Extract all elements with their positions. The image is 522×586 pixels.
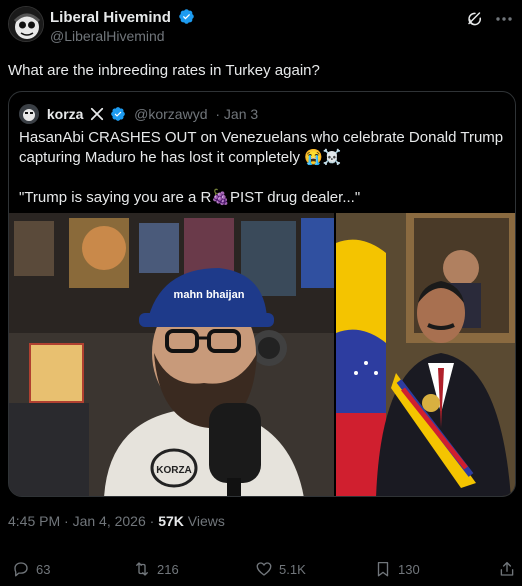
quoted-text-line-2: "Trump is saying you are a R🍇PIST drug d… xyxy=(19,189,361,206)
quoted-media: mahn bhaijan KORZA xyxy=(9,213,515,496)
bookmark-button[interactable]: 130 xyxy=(374,558,420,580)
media-image-portrait[interactable] xyxy=(336,213,515,496)
bookmark-icon xyxy=(377,561,389,577)
action-bar: 63 216 5.1K 130 xyxy=(0,558,522,582)
views-label: Views xyxy=(183,513,225,529)
cap-text: mahn bhaijan xyxy=(174,289,245,301)
post-timestamp: 4:45 PM · Jan 4, 2026 · 57K Views xyxy=(8,513,225,529)
reply-icon xyxy=(14,562,28,577)
media-image-streamer[interactable]: mahn bhaijan KORZA xyxy=(9,213,334,496)
more-options-icon[interactable] xyxy=(494,10,514,28)
post-text: What are the inbreeding rates in Turkey … xyxy=(8,62,320,79)
quoted-author-avatar[interactable] xyxy=(19,104,39,124)
avatar-image xyxy=(9,7,43,41)
share-icon xyxy=(500,561,514,576)
quoted-display-name[interactable]: korza xyxy=(47,106,84,122)
quoted-verified-badge-icon xyxy=(111,107,126,121)
quoted-text-line-1: HasanAbi CRASHES OUT on Venezuelans who … xyxy=(19,129,504,166)
author-display-name[interactable]: Liberal Hivemind xyxy=(50,8,195,26)
reply-button[interactable]: 63 xyxy=(12,558,50,580)
bookmark-count: 130 xyxy=(398,561,420,577)
post-time[interactable]: 4:45 PM · Jan 4, 2026 · xyxy=(8,513,158,529)
quoted-post[interactable]: korza @korzawyd · Jan 3 HasanAbi CRASHES… xyxy=(8,91,516,497)
repost-button[interactable]: 216 xyxy=(133,558,179,580)
quoted-date[interactable]: · Jan 3 xyxy=(215,106,258,122)
reply-count: 63 xyxy=(36,561,51,577)
like-button[interactable]: 5.1K xyxy=(255,558,306,580)
like-count: 5.1K xyxy=(279,561,306,577)
quoted-handle[interactable]: @korzawyd xyxy=(134,106,207,122)
portrait-scene xyxy=(336,213,515,496)
author-handle[interactable]: @LiberalHivemind xyxy=(50,28,165,44)
quoted-avatar-image xyxy=(19,104,39,124)
quoted-text-spacer xyxy=(19,168,509,188)
repost-count: 216 xyxy=(157,561,179,577)
grok-icon[interactable] xyxy=(466,10,484,28)
views-count: 57K xyxy=(158,513,184,529)
quoted-post-header: korza @korzawyd · Jan 3 xyxy=(19,104,258,124)
repost-icon xyxy=(136,562,148,576)
shirt-text: KORZA xyxy=(156,465,192,476)
post-header: Liberal Hivemind @LiberalHivemind xyxy=(0,0,522,50)
share-button[interactable] xyxy=(498,558,516,580)
author-avatar[interactable] xyxy=(8,6,44,42)
streamer-scene: mahn bhaijan KORZA xyxy=(9,213,334,496)
author-name-text[interactable]: Liberal Hivemind xyxy=(50,9,171,26)
quoted-post-text: HasanAbi CRASHES OUT on Venezuelans who … xyxy=(19,128,509,208)
verified-badge-icon xyxy=(179,9,194,24)
heart-icon xyxy=(256,562,272,576)
x-logo-icon xyxy=(91,107,104,121)
